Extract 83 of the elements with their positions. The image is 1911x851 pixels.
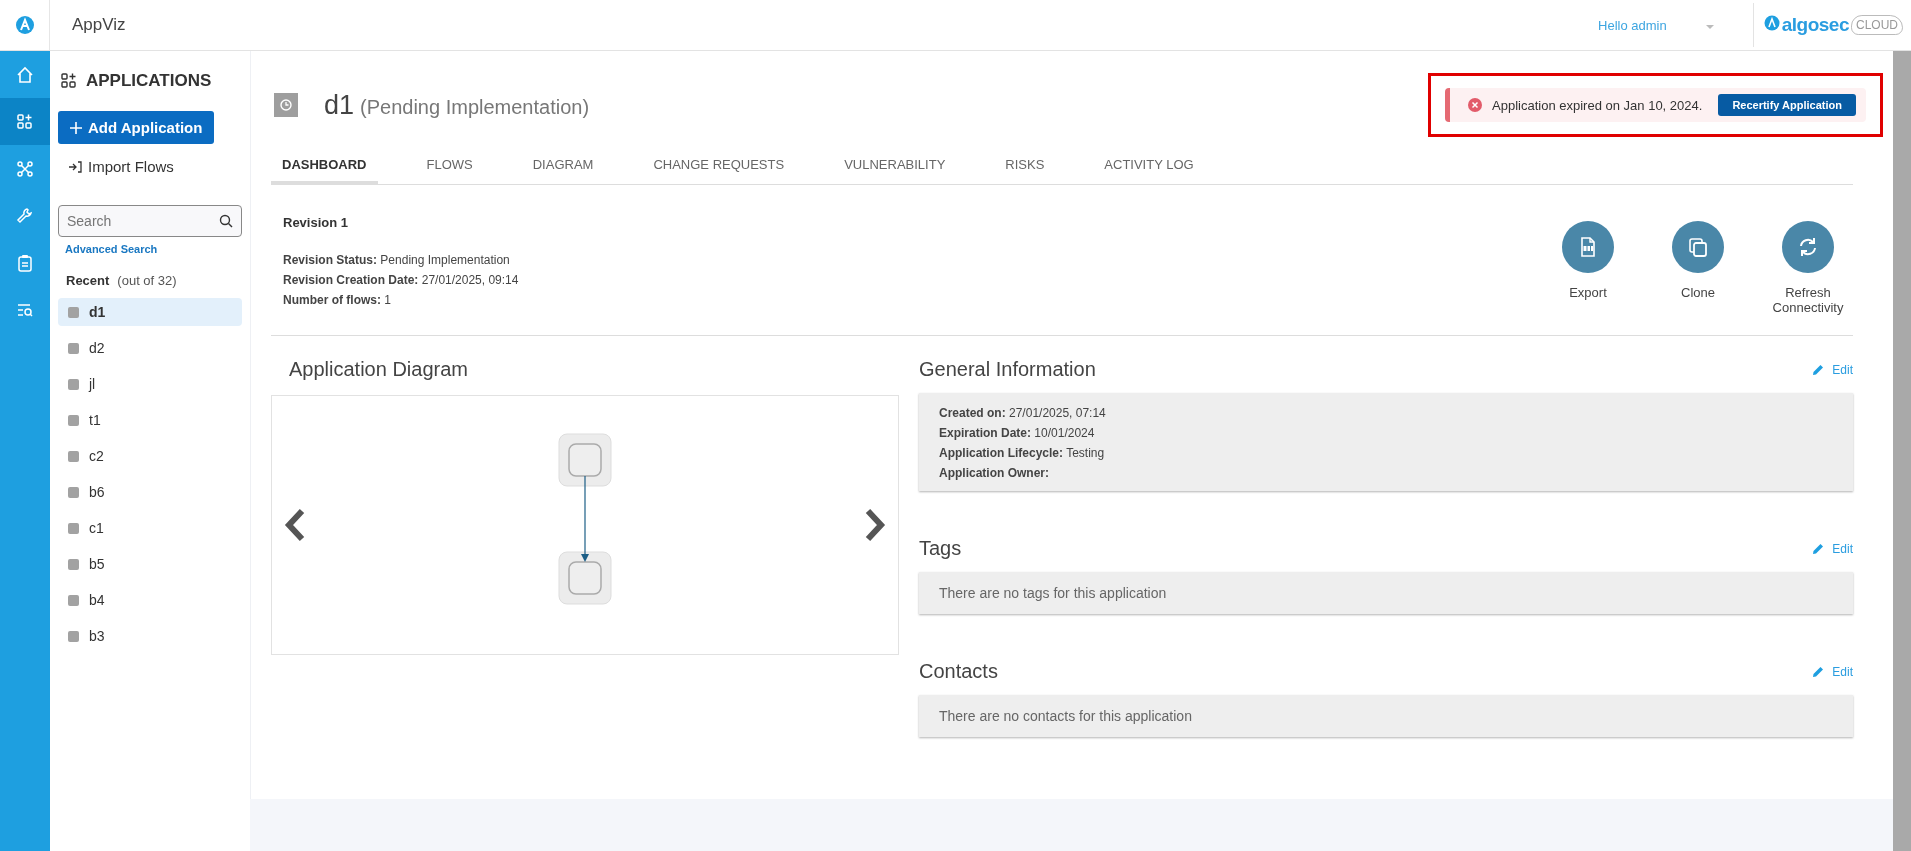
refresh-icon [1797,236,1819,258]
application-item[interactable]: b6 [58,478,242,506]
pencil-icon [1812,665,1825,678]
section-title: General Information [919,358,1096,381]
application-item[interactable]: d1 [58,298,242,326]
search-field[interactable]: Search [58,205,242,237]
empty-message: There are no contacts for this application [939,708,1192,724]
pencil-icon [1812,542,1825,555]
action-button[interactable] [1782,221,1834,273]
application-icon [68,630,79,642]
brand-name: algosec [1781,14,1849,36]
application-icon [68,522,79,534]
app-title: AppViz [72,15,126,35]
info-field: Application Owner: [939,463,1833,483]
import-flows-link[interactable]: Import Flows [58,158,242,175]
logo-icon [14,15,35,35]
action-button[interactable] [1672,221,1724,273]
application-item[interactable]: b4 [58,586,242,614]
revision-title: Revision 1 [283,215,350,230]
search-icon [219,214,233,228]
recertify-button[interactable]: Recertify Application [1718,94,1856,116]
network-icon [15,158,35,179]
nav-rail-item[interactable] [0,98,50,145]
clone-icon [1687,236,1709,258]
application-status: (Pending Implementation) [360,95,590,119]
application-icon [68,378,79,390]
tab[interactable]: CHANGE REQUESTS [642,147,796,185]
recent-label: Recent [66,273,110,288]
logo-icon [1763,15,1780,31]
application-icon [68,450,79,462]
info-field: Application Lifecycle: Testing [939,443,1833,463]
scrollbar[interactable] [1893,51,1911,851]
section-title: Contacts [919,660,998,683]
section-title: Tags [919,537,962,560]
apps-icon [60,72,78,90]
empty-message: There are no tags for this application [939,585,1167,601]
application-icon [68,306,79,318]
advanced-search-link[interactable]: Advanced Search [65,243,242,255]
tab[interactable]: VULNERABILITY [833,147,957,185]
action-label: Refresh Connectivity [1772,285,1844,315]
application-item[interactable]: b5 [58,550,242,578]
application-icon [68,414,79,426]
application-item[interactable]: jl [58,370,242,398]
tab[interactable]: DIAGRAM [521,147,605,185]
error-icon [1468,98,1483,112]
clock-icon [280,99,292,111]
alert-message: Application expired on Jan 10, 2024. [1492,97,1703,113]
application-item[interactable]: t1 [58,406,242,434]
revision-field: Revision Creation Date: 27/01/2025, 09:14 [283,270,519,290]
application-item[interactable]: c2 [58,442,242,470]
tab[interactable]: DASHBOARD [271,147,378,185]
apps-icon [15,111,35,132]
tab[interactable]: RISKS [994,147,1056,185]
application-item[interactable]: b3 [58,622,242,650]
previous-icon[interactable] [284,508,306,542]
tab[interactable]: ACTIVITY LOG [1093,147,1205,185]
plus-icon [70,121,82,134]
action-label: Export [1569,285,1607,300]
import-icon [68,160,82,173]
application-icon [68,558,79,570]
application-icon [68,594,79,606]
tab[interactable]: FLOWS [415,147,484,185]
application-item[interactable]: c1 [58,514,242,542]
application-icon [68,486,79,498]
add-application-button[interactable]: Add Application [58,111,215,144]
action-label: Clone [1681,285,1715,300]
next-icon[interactable] [864,508,886,542]
application-item[interactable]: d2 [58,334,242,362]
clipboard-icon [15,252,35,273]
revision-field: Revision Status: Pending Implementation [283,250,519,270]
caret-icon[interactable] [1704,24,1715,30]
wrench-icon [15,205,35,226]
info-field: Created on: 27/01/2025, 07:14 [939,403,1833,423]
home-icon [15,64,35,85]
application-name: d1 [324,89,355,121]
recent-count: (out of 32) [117,273,177,288]
section-title: Application Diagram [288,358,469,381]
application-icon [68,342,79,354]
revision-field: Number of flows: 1 [283,290,519,310]
sidebar-title: APPLICATIONS [86,71,212,91]
pencil-icon [1812,363,1825,376]
action-button[interactable] [1562,221,1614,273]
info-field: Expiration Date: 10/01/2024 [939,423,1833,443]
